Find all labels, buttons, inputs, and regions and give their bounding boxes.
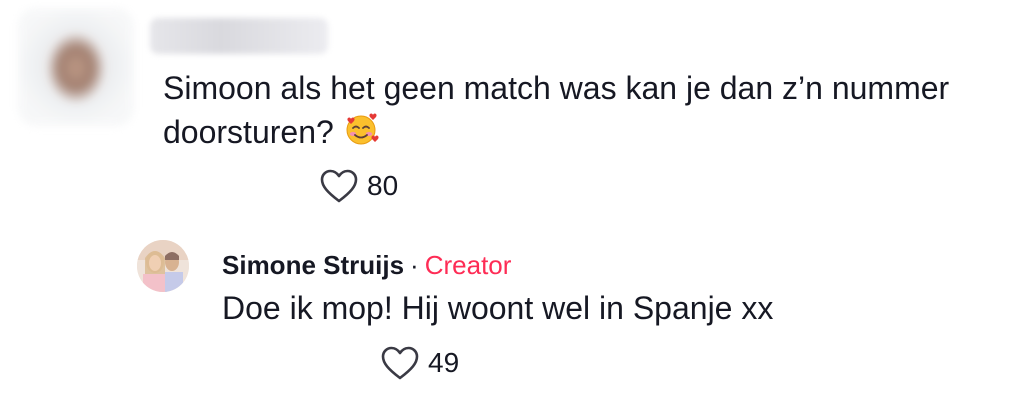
- comment-avatar[interactable]: [18, 8, 134, 126]
- reply-like-count: 49: [428, 347, 460, 378]
- smiling-face-with-hearts-icon: [343, 111, 379, 158]
- heart-icon[interactable]: [380, 344, 420, 382]
- reply-avatar[interactable]: [137, 240, 189, 292]
- reply-text: Doe ik mop! Hij woont wel in Spanje xx: [222, 290, 774, 326]
- reply-separator: ·: [410, 250, 419, 280]
- comment-body: Simoon als het geen match was kan je dan…: [163, 66, 1023, 158]
- reply-author-name[interactable]: Simone Struijs: [222, 250, 404, 280]
- comment-like-button[interactable]: 80: [319, 167, 398, 205]
- comment-username-redacted[interactable]: [150, 18, 328, 54]
- comment-text: Simoon als het geen match was kan je dan…: [163, 70, 950, 150]
- comment-like-count: 80: [367, 170, 399, 201]
- reply-like-button[interactable]: 49: [380, 344, 459, 382]
- reply-header: Simone Struijs · Creator: [222, 248, 511, 282]
- heart-icon[interactable]: [319, 167, 359, 205]
- creator-badge: Creator: [424, 250, 512, 280]
